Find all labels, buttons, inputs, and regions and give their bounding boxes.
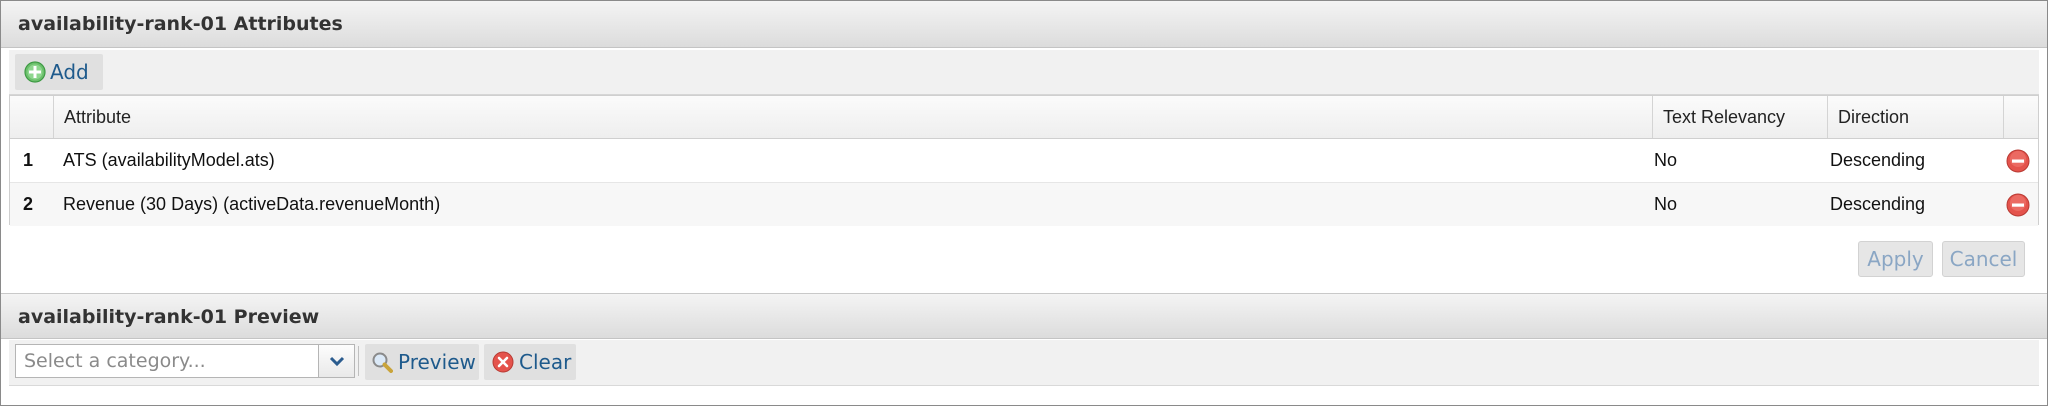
grid-header: Attribute Text Relevancy Direction [10, 96, 2038, 139]
text-relevancy-cell[interactable]: No [1654, 183, 1677, 226]
attribute-cell[interactable]: ATS (availabilityModel.ats) [63, 139, 275, 182]
magnifier-icon [372, 352, 393, 373]
clear-x-icon [492, 351, 514, 373]
table-row[interactable]: 1 ATS (availabilityModel.ats) No Descend… [10, 139, 2038, 183]
row-number: 1 [23, 150, 34, 170]
add-button[interactable]: Add [15, 54, 103, 90]
column-header-text-relevancy[interactable]: Text Relevancy [1653, 96, 1828, 138]
table-row[interactable]: 2 Revenue (30 Days) (activeData.revenueM… [10, 183, 2038, 226]
chevron-down-icon [329, 356, 344, 367]
delete-row-icon[interactable] [2006, 149, 2030, 173]
preview-button-label: Preview [398, 350, 476, 374]
preview-button[interactable]: Preview [365, 344, 479, 380]
cancel-button[interactable]: Cancel [1942, 241, 2025, 277]
category-dropdown-trigger[interactable] [318, 345, 354, 377]
row-number-header [10, 96, 54, 138]
category-input[interactable] [16, 345, 316, 377]
apply-button[interactable]: Apply [1858, 241, 1933, 277]
row-number: 2 [23, 194, 34, 214]
direction-cell[interactable]: Descending [1830, 139, 1925, 182]
text-relevancy-cell[interactable]: No [1654, 139, 1677, 182]
delete-row-icon[interactable] [2006, 193, 2030, 217]
attributes-panel-title: availability-rank-01 Attributes [1, 1, 2047, 48]
toolbar-separator [358, 346, 359, 376]
attributes-toolbar: Add [9, 50, 2039, 95]
clear-button-label: Clear [519, 350, 572, 374]
column-header-direction[interactable]: Direction [1828, 96, 2004, 138]
category-combobox[interactable] [15, 344, 355, 378]
preview-panel-title: availability-rank-01 Preview [1, 293, 2047, 339]
attributes-grid: Attribute Text Relevancy Direction 1 ATS… [9, 95, 2039, 226]
attribute-cell[interactable]: Revenue (30 Days) (activeData.revenueMon… [63, 183, 440, 226]
add-button-label: Add [50, 60, 89, 84]
attributes-editor: availability-rank-01 Attributes Add Attr… [0, 0, 2048, 406]
clear-button[interactable]: Clear [484, 344, 576, 380]
direction-cell[interactable]: Descending [1830, 183, 1925, 226]
add-circle-icon [24, 61, 46, 83]
column-header-attribute[interactable]: Attribute [54, 96, 1653, 138]
preview-toolbar: Preview Clear [9, 340, 2039, 386]
actions-header [2004, 96, 2038, 138]
